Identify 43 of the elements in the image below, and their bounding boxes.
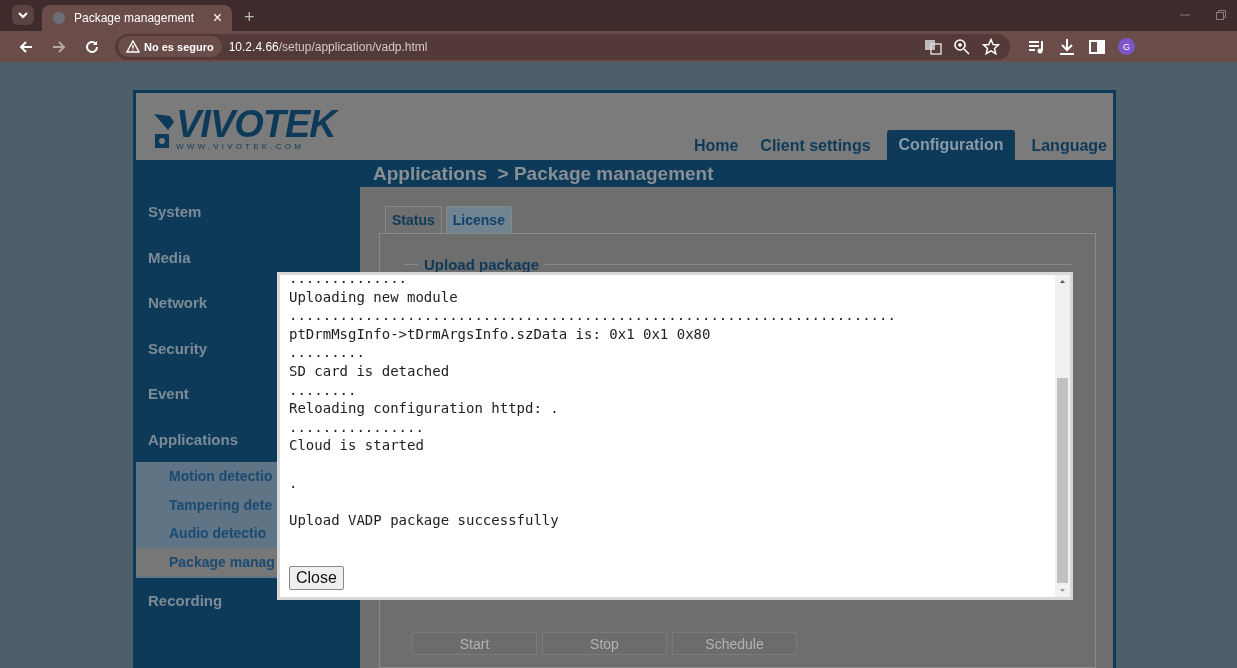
logo-website: WWW.VIVOTEK.COM	[176, 142, 304, 152]
breadcrumb: Applications > Package management	[373, 162, 714, 185]
tab[interactable]: Status	[385, 206, 442, 233]
star-icon[interactable]	[982, 37, 1000, 56]
tab-title: Package management	[74, 11, 196, 25]
nav-tab[interactable]: Home	[687, 131, 745, 160]
side-panel-icon[interactable]	[1088, 37, 1106, 56]
back-icon[interactable]	[18, 38, 34, 55]
log-line: Cloud is started	[289, 436, 425, 455]
url-text[interactable]: 10.2.4.66/setup/application/vadp.html	[228, 39, 924, 54]
warning-icon	[126, 40, 140, 53]
sidebar-item[interactable]: System	[136, 189, 360, 235]
section-legend: Upload package	[424, 255, 540, 273]
log-line: ........................................................................	[289, 306, 897, 325]
profile-avatar[interactable]: G	[1118, 38, 1135, 55]
reload-icon[interactable]	[84, 38, 100, 55]
tab[interactable]: License	[445, 206, 512, 233]
download-icon[interactable]	[1058, 37, 1076, 56]
translate-icon[interactable]	[924, 37, 942, 56]
restore-icon[interactable]	[1215, 9, 1227, 21]
log-line: Reloading configuration httpd: .	[289, 399, 560, 418]
log-line: ................	[289, 417, 425, 437]
nav-tab[interactable]: Client settings	[754, 131, 877, 160]
scroll-thumb[interactable]	[1057, 378, 1068, 583]
tab-search-button[interactable]	[12, 5, 34, 25]
log-line: SD card is detached	[289, 361, 451, 381]
browser-tab[interactable]: Package management ×	[42, 5, 232, 31]
nav-tab[interactable]: Configuration	[886, 130, 1016, 160]
log-line: Uploading new module	[289, 287, 459, 307]
nav-tab[interactable]: Language	[1025, 131, 1113, 160]
log-line: Upload VADP package successfully	[289, 510, 560, 530]
zoom-icon[interactable]	[953, 37, 971, 56]
scrollbar[interactable]	[1055, 275, 1070, 597]
log-line: .	[289, 473, 299, 493]
forward-icon[interactable]	[51, 38, 67, 55]
log-line: ptDrmMsgInfo->tDrmArgsInfo.szData is: 0x1 0x1 0x80	[289, 324, 712, 344]
chevron-down-icon	[17, 9, 29, 21]
not-secure-chip[interactable]: No es seguro	[118, 36, 222, 57]
close-button[interactable]: Close	[289, 566, 344, 590]
close-tab-icon[interactable]: ×	[212, 10, 222, 26]
log-line: .........	[289, 343, 366, 362]
new-tab-button[interactable]: +	[244, 7, 255, 27]
log-line: ........	[289, 380, 358, 400]
